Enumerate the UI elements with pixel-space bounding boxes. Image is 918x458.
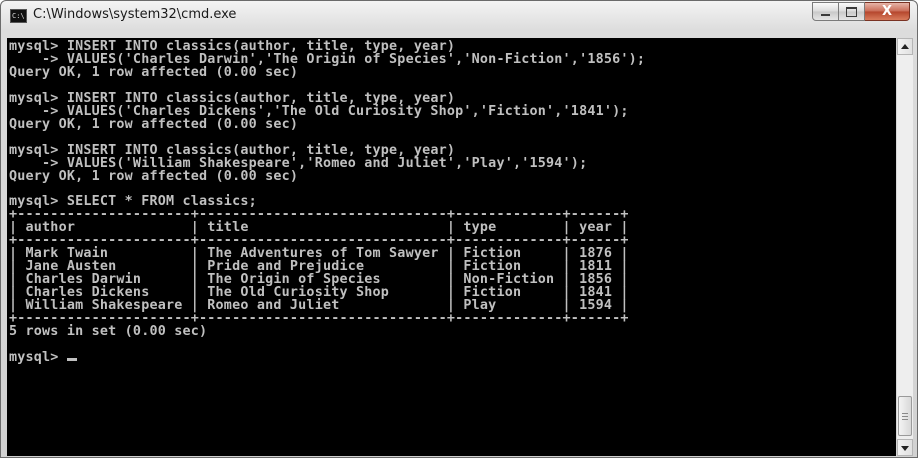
minimize-button[interactable]: [812, 2, 839, 21]
arrow-up-icon: [901, 44, 909, 49]
cmd-app-icon[interactable]: C:\: [10, 9, 27, 23]
maximize-icon: [846, 7, 857, 17]
caption-buttons: X: [812, 2, 910, 22]
grip-line: [902, 419, 908, 420]
arrow-down-icon: [901, 446, 909, 451]
grip-line: [902, 413, 908, 414]
console-line: Query OK, 1 row affected (0.00 sec): [9, 64, 299, 80]
close-button[interactable]: X: [865, 2, 910, 21]
title-bar[interactable]: C:\ C:\Windows\system32\cmd.exe X: [1, 1, 917, 31]
prompt-line: mysql>: [9, 349, 67, 365]
console-line: 5 rows in set (0.00 sec): [9, 323, 208, 339]
cmd-window: C:\ C:\Windows\system32\cmd.exe X mysql>…: [0, 0, 918, 458]
maximize-button[interactable]: [839, 2, 865, 21]
console-area[interactable]: mysql> INSERT INTO classics(author, titl…: [7, 38, 896, 456]
console-output: mysql> INSERT INTO classics(author, titl…: [9, 40, 645, 365]
vertical-scrollbar[interactable]: [896, 38, 913, 456]
close-icon: X: [881, 4, 893, 19]
console-line: Query OK, 1 row affected (0.00 sec): [9, 168, 299, 184]
scroll-down-button[interactable]: [897, 439, 913, 456]
window-title: C:\Windows\system32\cmd.exe: [33, 7, 237, 22]
scroll-up-button[interactable]: [897, 38, 913, 55]
grip-line: [902, 416, 908, 417]
scrollbar-thumb[interactable]: [898, 396, 912, 436]
console-line: Query OK, 1 row affected (0.00 sec): [9, 116, 299, 132]
text-cursor: [66, 357, 77, 361]
minimize-icon: [821, 14, 830, 16]
